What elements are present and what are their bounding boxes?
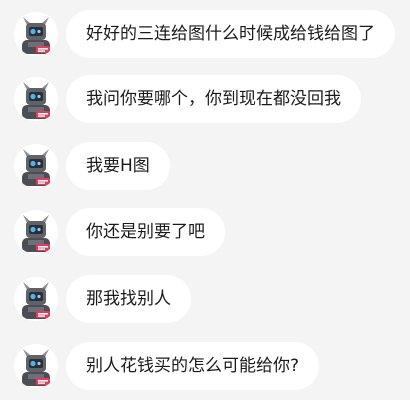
chat-message-list: 好好的三连给图什么时候成给钱给图了 我问你要哪个，你到现在都没回我 我要H图 你… bbox=[0, 0, 410, 400]
chat-message: 好好的三连给图什么时候成给钱给图了 bbox=[0, 10, 410, 58]
chat-message: 我要H图 bbox=[0, 142, 410, 190]
robot-avatar-icon[interactable] bbox=[14, 12, 58, 56]
message-bubble[interactable]: 我要H图 bbox=[66, 142, 170, 190]
message-bubble[interactable]: 你还是别要了吧 bbox=[66, 208, 225, 256]
message-bubble[interactable]: 我问你要哪个，你到现在都没回我 bbox=[66, 75, 361, 123]
chat-message: 你还是别要了吧 bbox=[0, 208, 410, 256]
robot-avatar-icon[interactable] bbox=[14, 210, 58, 254]
robot-avatar-icon[interactable] bbox=[14, 344, 58, 388]
robot-avatar-icon[interactable] bbox=[14, 277, 58, 321]
message-bubble[interactable]: 好好的三连给图什么时候成给钱给图了 bbox=[66, 10, 395, 58]
chat-message: 那我找别人 bbox=[0, 275, 410, 323]
robot-avatar-icon[interactable] bbox=[14, 144, 58, 188]
chat-message: 我问你要哪个，你到现在都没回我 bbox=[0, 75, 410, 123]
message-bubble[interactable]: 别人花钱买的怎么可能给你? bbox=[66, 342, 320, 390]
chat-message: 别人花钱买的怎么可能给你? bbox=[0, 342, 410, 390]
message-bubble[interactable]: 那我找别人 bbox=[66, 275, 191, 323]
robot-avatar-icon[interactable] bbox=[14, 77, 58, 121]
